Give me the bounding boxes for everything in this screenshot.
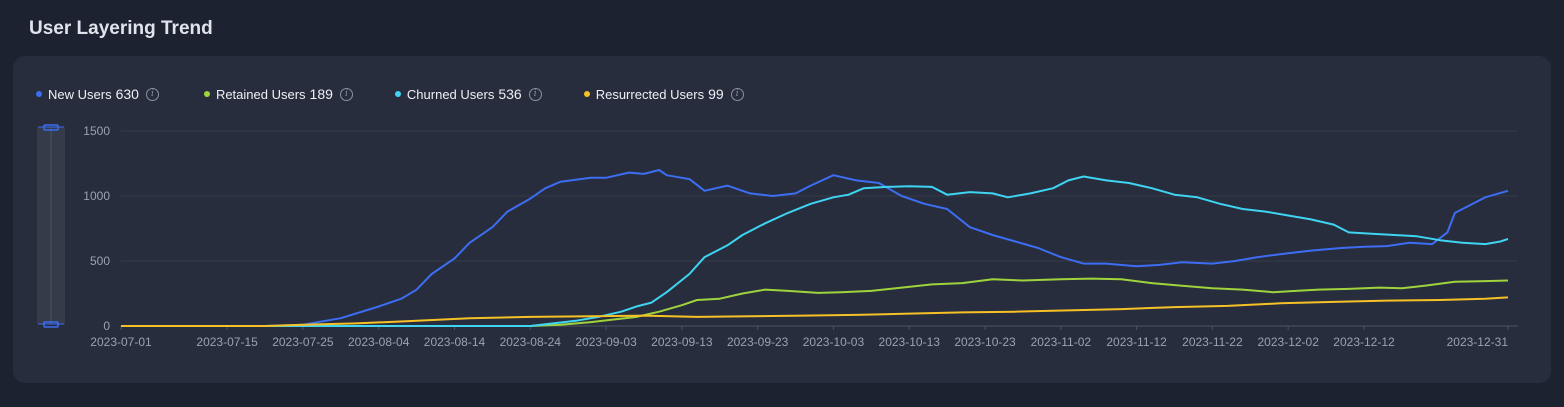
- x-tick-label: 2023-12-02: [1258, 335, 1320, 349]
- x-tick-label: 2023-09-03: [575, 335, 637, 349]
- x-tick-label: 2023-07-01: [90, 335, 152, 349]
- y-tick-label: 500: [90, 254, 110, 268]
- x-tick-label: 2023-09-13: [651, 335, 713, 349]
- x-tick-label: 2023-10-03: [803, 335, 865, 349]
- x-tick-label: 2023-09-23: [727, 335, 789, 349]
- x-tick-label: 2023-08-14: [424, 335, 486, 349]
- x-tick-label: 2023-10-23: [954, 335, 1016, 349]
- x-tick-label: 2023-07-25: [272, 335, 334, 349]
- x-tick-label: 2023-11-12: [1106, 335, 1167, 349]
- x-tick-label: 2023-08-04: [348, 335, 410, 349]
- y-tick-label: 1000: [83, 189, 110, 203]
- y-tick-label: 1500: [83, 124, 110, 138]
- x-tick-label: 2023-10-13: [879, 335, 941, 349]
- y-tick-label: 0: [103, 319, 110, 333]
- x-tick-label: 2023-08-24: [500, 335, 562, 349]
- x-tick-label: 2023-07-15: [196, 335, 258, 349]
- x-tick-label: 2023-11-02: [1031, 335, 1092, 349]
- x-tick-label: 2023-11-22: [1182, 335, 1243, 349]
- x-tick-label: 2023-12-12: [1333, 335, 1395, 349]
- series-line: [121, 296, 1509, 327]
- line-chart: 0 500 1000 1500 2023-07-01 2023-07-15 2023-07…: [37, 124, 1518, 349]
- x-tick-label: 2023-12-31: [1447, 335, 1509, 349]
